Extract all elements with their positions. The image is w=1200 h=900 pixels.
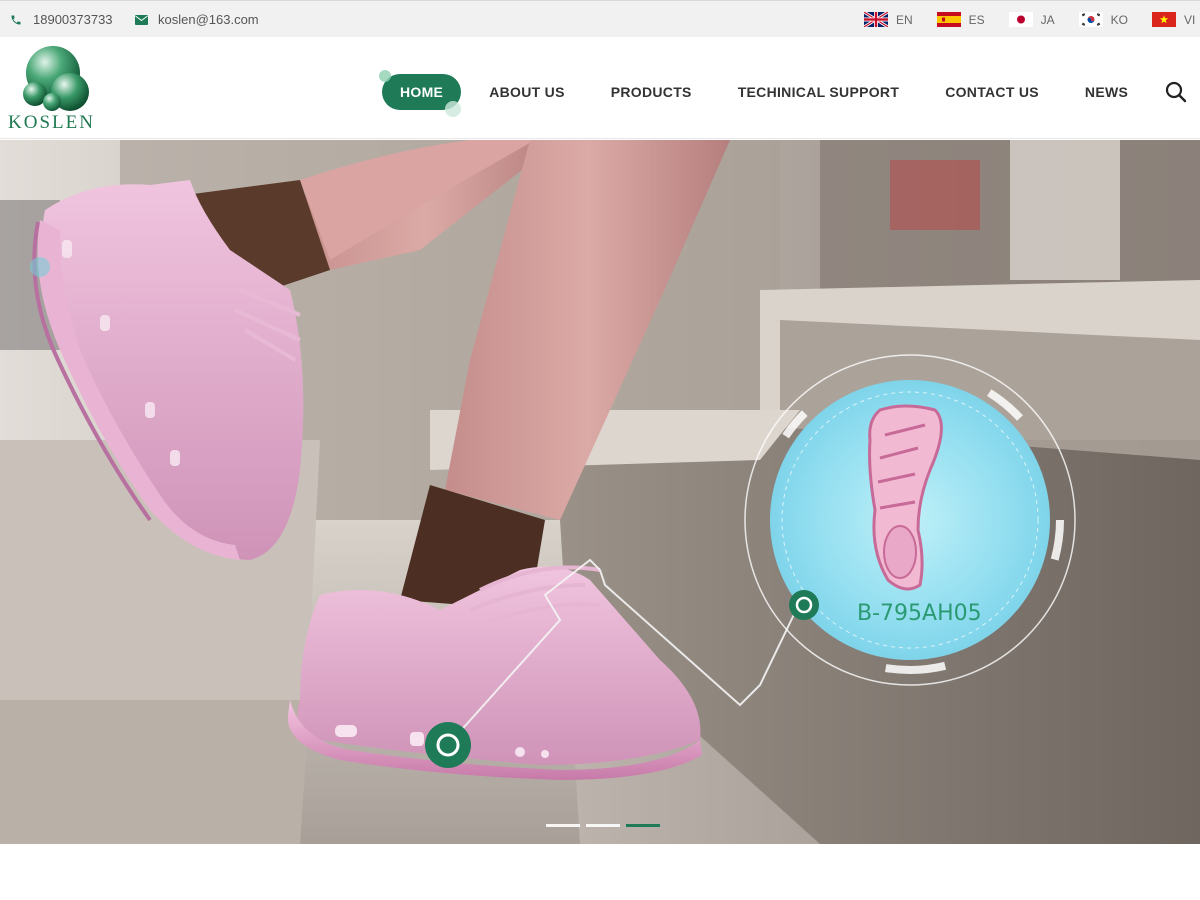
lang-es[interactable]: ES (936, 12, 985, 27)
site-header: KOSLEN HOME ABOUT US PRODUCTS TECHINICAL… (0, 37, 1200, 139)
nav-technical-support[interactable]: TECHINICAL SUPPORT (738, 84, 900, 100)
slider-pagination (546, 824, 666, 827)
main-nav: HOME ABOUT US PRODUCTS TECHINICAL SUPPOR… (379, 70, 1174, 117)
slider-dot[interactable] (546, 824, 580, 827)
nav-home-label: HOME (400, 84, 444, 100)
hotspot-marker-small (789, 590, 819, 620)
uk-flag-icon (863, 12, 888, 27)
product-code-label: B-795AH05 (857, 601, 982, 626)
mail-icon (134, 13, 148, 27)
nav-contact-us[interactable]: CONTACT US (945, 84, 1039, 100)
lang-ko[interactable]: KO (1078, 12, 1128, 27)
search-icon (1165, 81, 1187, 103)
japan-flag-icon (1008, 12, 1033, 27)
nav-about-us[interactable]: ABOUT US (489, 84, 565, 100)
vietnam-flag-icon (1152, 12, 1176, 27)
top-bar: 18900373733 koslen@163.com EN ES JA KO V… (0, 0, 1200, 37)
lang-label: KO (1110, 12, 1128, 27)
decor-dot (379, 70, 391, 82)
lang-ja[interactable]: JA (1008, 12, 1055, 27)
lang-label: JA (1040, 12, 1055, 27)
spain-flag-icon (936, 12, 961, 27)
korea-flag-icon (1078, 12, 1103, 27)
phone-contact[interactable]: 18900373733 (9, 1, 113, 38)
phone-number: 18900373733 (33, 12, 113, 27)
decor-dot (445, 101, 462, 117)
nav-products[interactable]: PRODUCTS (611, 84, 692, 100)
email-contact[interactable]: koslen@163.com (134, 1, 259, 38)
lang-label: ES (968, 12, 985, 27)
search-button[interactable] (1165, 81, 1187, 103)
email-address: koslen@163.com (158, 12, 259, 27)
hotspot-marker (425, 722, 471, 768)
hero-banner[interactable]: B-795AH05 (0, 140, 1200, 844)
logo-spheres-icon (23, 46, 89, 111)
brand-name: KOSLEN (8, 112, 95, 133)
language-switcher: EN ES JA KO VI (863, 1, 1200, 38)
lang-label: EN (895, 12, 913, 27)
lang-label: VI (1184, 12, 1196, 27)
phone-icon (9, 13, 23, 27)
slider-dot[interactable] (586, 824, 620, 827)
nav-news[interactable]: NEWS (1085, 84, 1128, 100)
hero-image (0, 140, 1200, 844)
lang-en[interactable]: EN (863, 12, 913, 27)
slider-dot-active[interactable] (626, 824, 660, 827)
lang-vi[interactable]: VI (1152, 12, 1200, 27)
nav-home[interactable]: HOME (379, 70, 462, 117)
